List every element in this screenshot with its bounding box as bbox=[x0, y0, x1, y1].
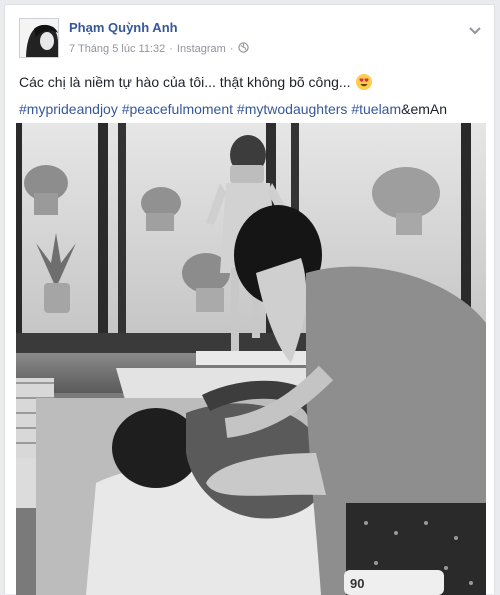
post-message: Các chị là niềm tự hào của tôi... thật k… bbox=[19, 74, 372, 90]
globe-icon[interactable] bbox=[237, 42, 249, 56]
post-message-text: Các chị là niềm tự hào của tôi... thật k… bbox=[19, 74, 351, 90]
lotion-label: 90 bbox=[350, 576, 364, 591]
author-name[interactable]: Phạm Quỳnh Anh bbox=[69, 20, 178, 35]
post-meta: 7 Tháng 5 lúc 11:32 · Instagram · bbox=[69, 42, 249, 56]
hashtag-link[interactable]: #myprideandjoy bbox=[19, 101, 118, 117]
post-hashtags: #myprideandjoy #peacefulmoment #mytwodau… bbox=[19, 101, 447, 117]
post-card: Phạm Quỳnh Anh 7 Tháng 5 lúc 11:32 · Ins… bbox=[4, 4, 495, 595]
meta-separator: · bbox=[169, 43, 173, 55]
post-timestamp[interactable]: 7 Tháng 5 lúc 11:32 bbox=[69, 43, 165, 55]
hashtag-suffix: &emAn bbox=[401, 101, 448, 117]
meta-separator-2: · bbox=[229, 43, 234, 55]
hashtag-link[interactable]: #tuelam bbox=[351, 101, 401, 117]
author-avatar[interactable] bbox=[19, 18, 59, 58]
hashtag-link[interactable]: #mytwodaughters bbox=[237, 101, 348, 117]
hashtag-link[interactable]: #peacefulmoment bbox=[122, 101, 233, 117]
chevron-down-icon[interactable] bbox=[468, 23, 482, 35]
post-photo[interactable]: 90 bbox=[16, 123, 486, 595]
heart-eyes-emoji-icon bbox=[355, 74, 372, 90]
post-source[interactable]: Instagram bbox=[177, 43, 226, 55]
